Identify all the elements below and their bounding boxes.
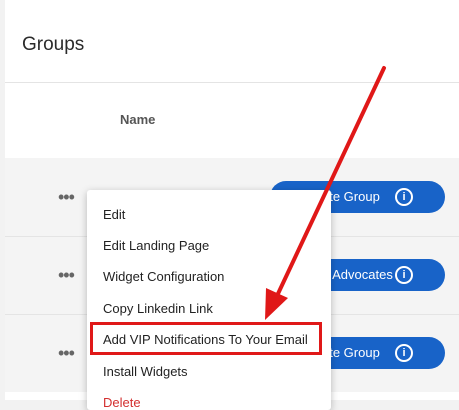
annotation-arrow-icon (265, 66, 386, 320)
